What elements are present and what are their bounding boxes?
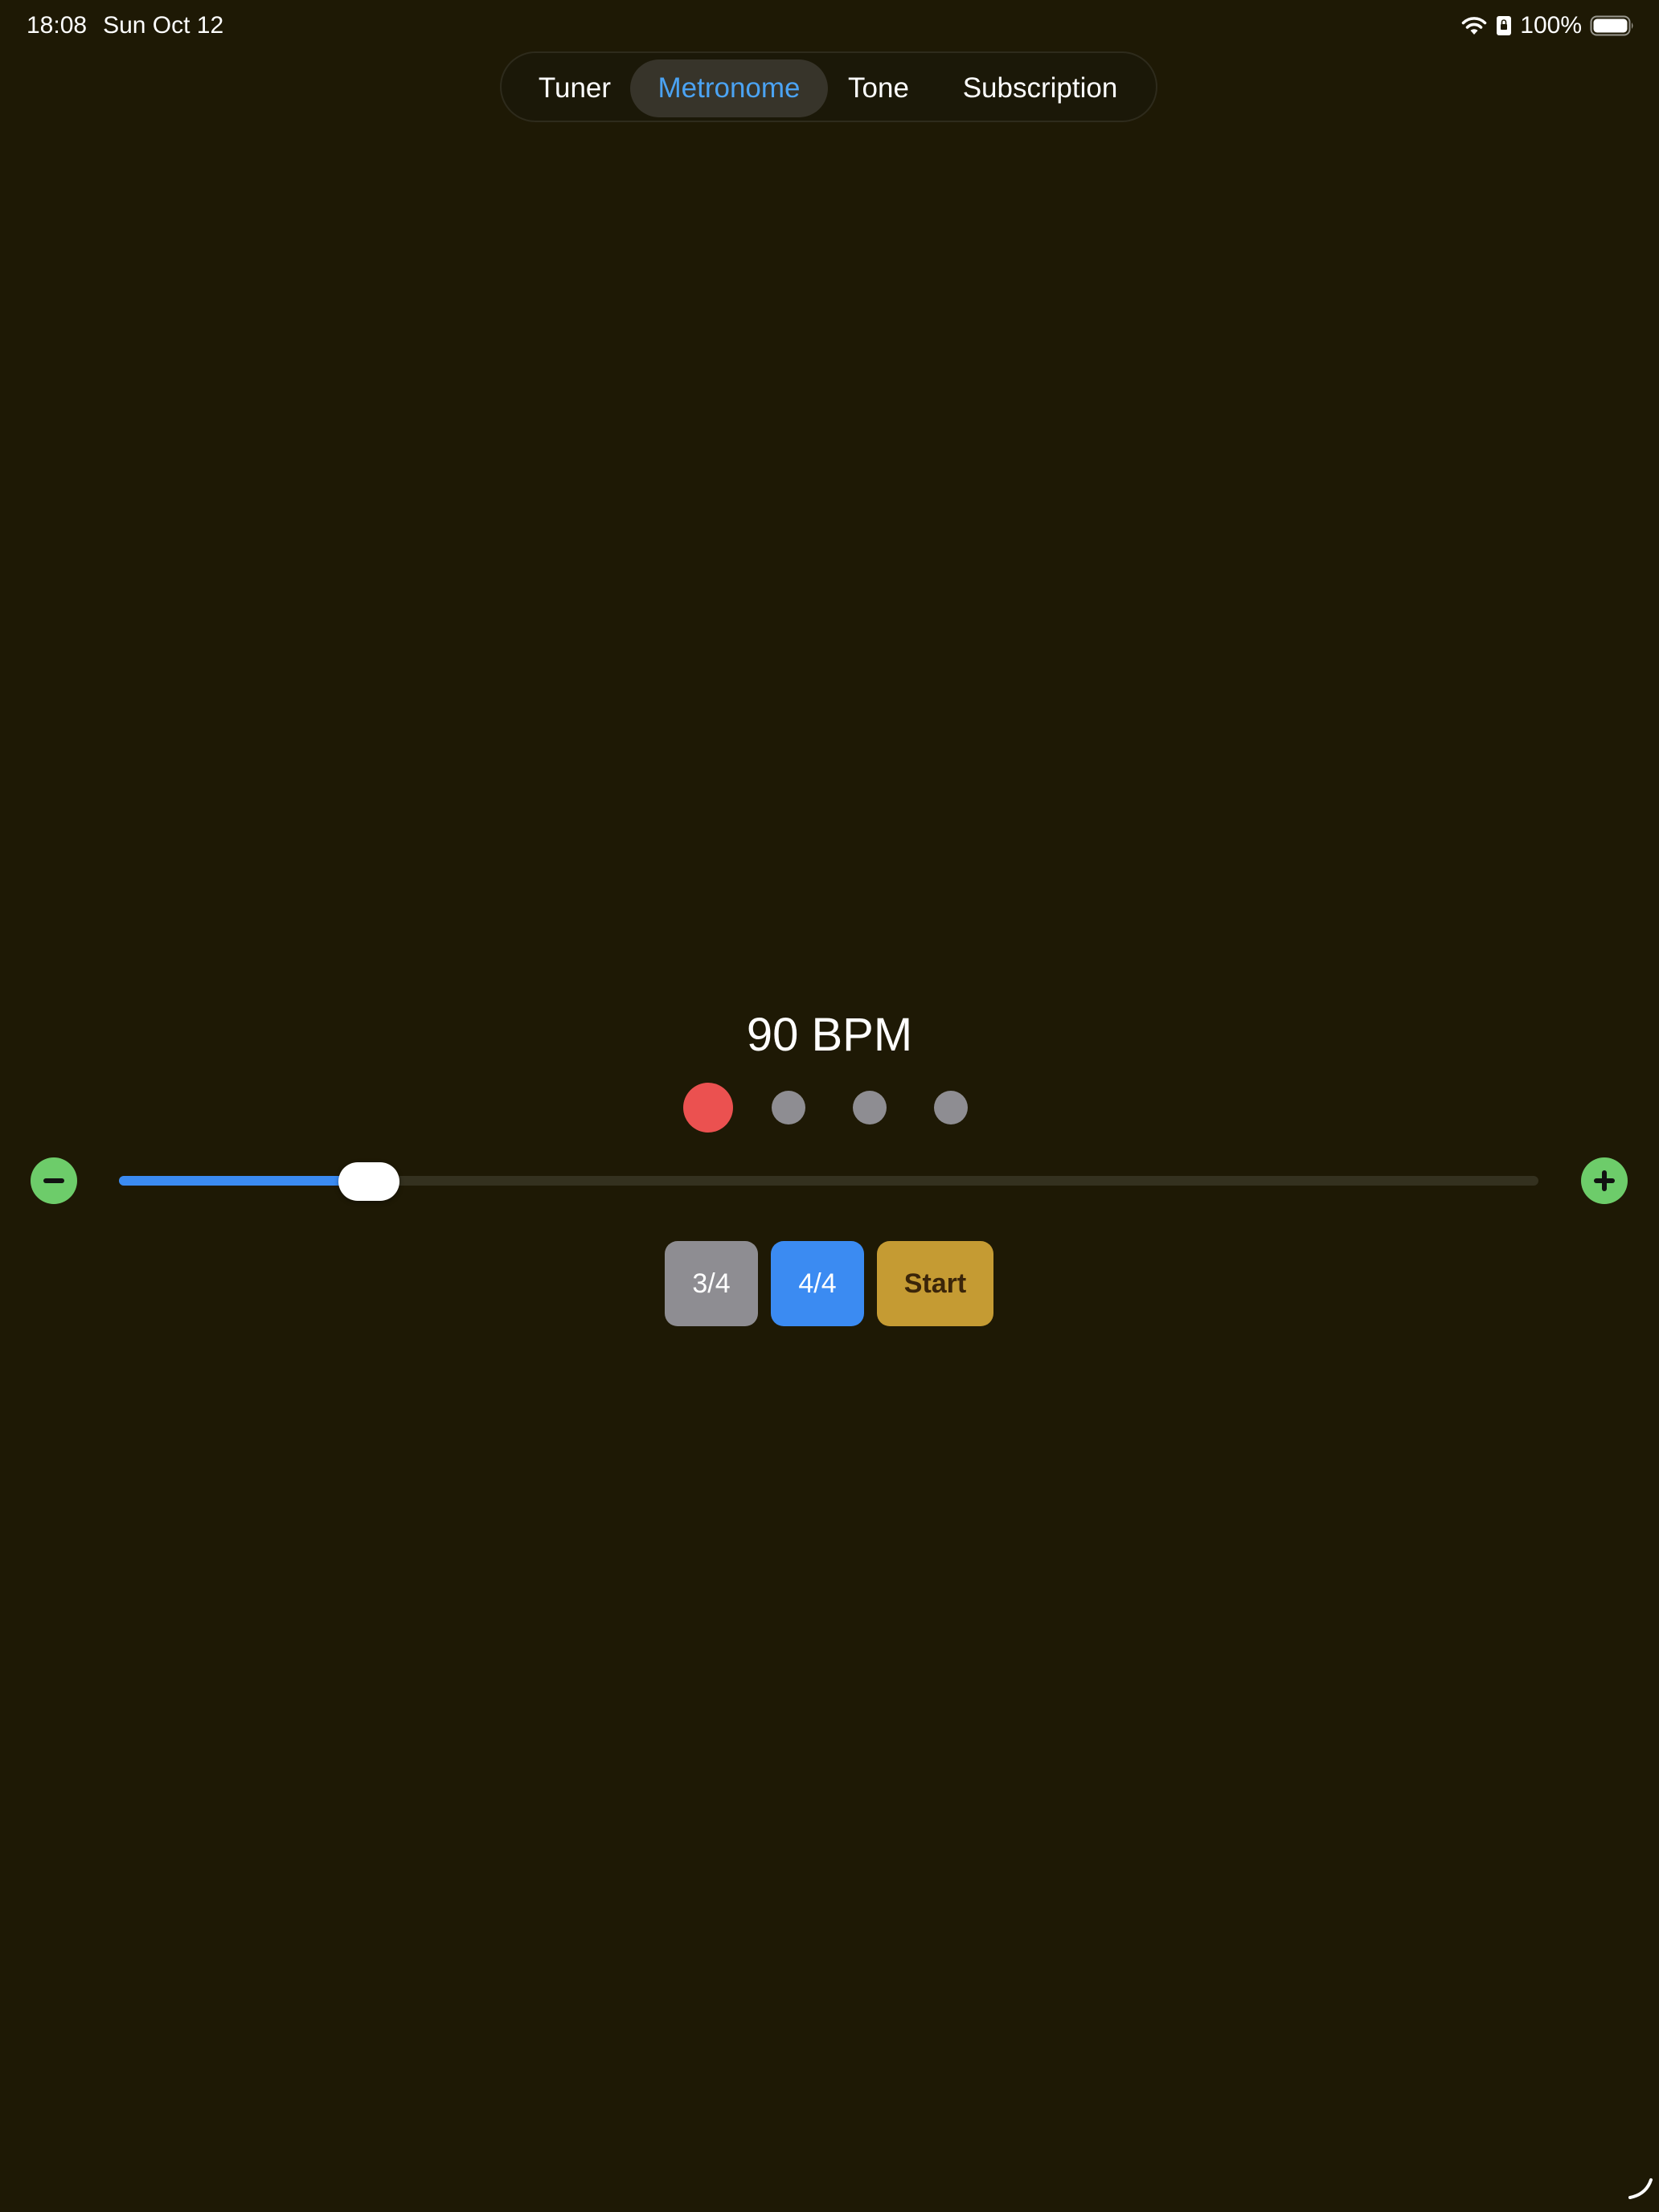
beat-indicator xyxy=(853,1091,887,1124)
portrait-lock-icon xyxy=(1496,15,1512,36)
decrease-tempo-button[interactable] xyxy=(31,1157,77,1204)
plus-icon xyxy=(1594,1170,1615,1191)
battery-icon xyxy=(1590,14,1635,37)
minus-icon xyxy=(43,1178,64,1183)
time-signature-4-4-button[interactable]: 4/4 xyxy=(771,1241,864,1326)
tempo-slider-thumb[interactable] xyxy=(338,1162,399,1201)
increase-tempo-button[interactable] xyxy=(1581,1157,1628,1204)
beat-indicator xyxy=(772,1091,805,1124)
tab-tuner[interactable]: Tuner xyxy=(524,59,625,117)
tempo-slider-fill xyxy=(119,1176,369,1186)
metronome-screen: 18:08 Sun Oct 12 100% Tuner Metronome To… xyxy=(0,0,1659,2212)
tab-subscription[interactable]: Subscription xyxy=(945,59,1135,117)
tab-tone[interactable]: Tone xyxy=(834,59,923,117)
mode-tab-bar: Tuner Metronome Tone Subscription xyxy=(500,51,1157,122)
bpm-display: 90 BPM xyxy=(746,1009,913,1061)
status-bar-right: 100% xyxy=(1460,11,1635,40)
status-bar-left: 18:08 Sun Oct 12 xyxy=(27,11,223,40)
wifi-icon xyxy=(1460,15,1488,36)
battery-percent: 100% xyxy=(1520,12,1582,39)
tab-metronome[interactable]: Metronome xyxy=(630,59,828,117)
time-signature-3-4-button[interactable]: 3/4 xyxy=(665,1241,758,1326)
status-date: Sun Oct 12 xyxy=(103,12,224,39)
beat-indicator xyxy=(934,1091,968,1124)
status-time: 18:08 xyxy=(27,12,88,39)
tempo-slider-track[interactable] xyxy=(119,1176,1538,1186)
start-button[interactable]: Start xyxy=(877,1241,993,1326)
resize-handle-icon[interactable] xyxy=(1627,2177,1654,2201)
beat-indicator-accent xyxy=(683,1083,733,1133)
